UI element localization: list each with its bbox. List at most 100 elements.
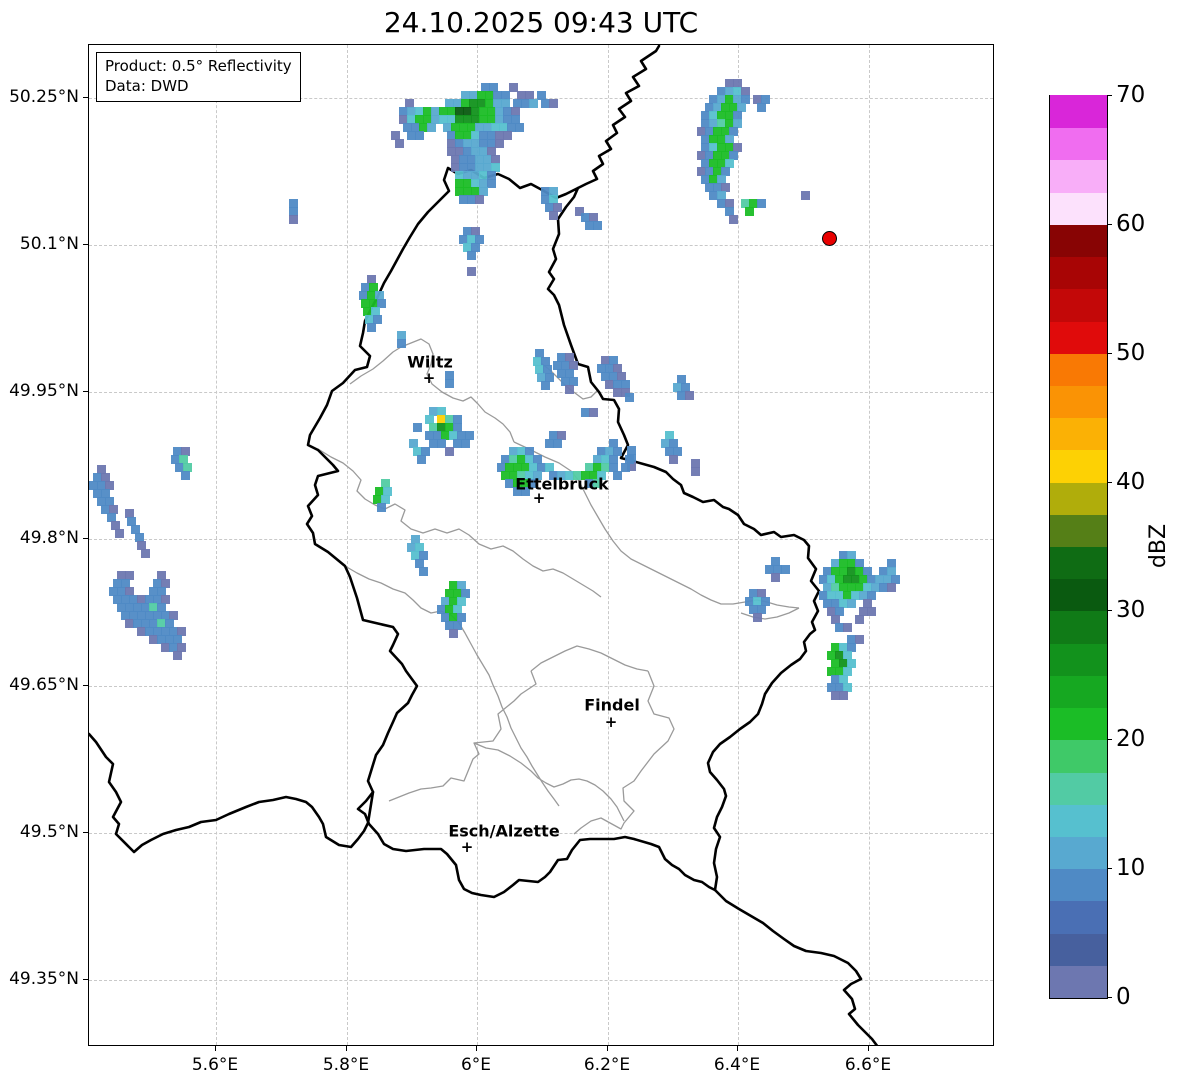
city-plus-marker: + — [422, 369, 436, 388]
colorbar-segment — [1050, 804, 1107, 837]
colorbar-tick-label: 20 — [1116, 726, 1146, 753]
radar-cell — [613, 471, 622, 480]
colorbar-tick-label: 10 — [1116, 855, 1146, 882]
colorbar-segment — [1050, 836, 1107, 870]
radar-cell — [867, 607, 876, 616]
radar-cell — [541, 381, 550, 390]
colorbar-tick-label: 60 — [1116, 210, 1146, 237]
colorbar-tick-label: 0 — [1116, 984, 1131, 1010]
radar-cell — [625, 393, 634, 402]
colorbar-segment — [1050, 546, 1107, 580]
colorbar-segment — [1050, 771, 1107, 805]
colorbar-segment — [1050, 675, 1107, 709]
radar-cell — [475, 195, 484, 204]
y-tick-label: 49.35°N — [9, 969, 79, 989]
radar-cell — [729, 215, 738, 224]
colorbar-tickmark — [1107, 739, 1112, 741]
radar-cell — [415, 131, 424, 140]
radar-cell — [141, 549, 150, 558]
y-tick-label: 49.65°N — [9, 675, 79, 695]
radar-cell — [397, 339, 406, 348]
x-tickmark — [215, 1046, 216, 1051]
y-tickmark — [83, 979, 88, 980]
colorbar — [1049, 95, 1108, 999]
colorbar-segment — [1050, 449, 1107, 483]
colorbar-segment — [1050, 610, 1107, 644]
radar-cell — [855, 635, 864, 644]
colorbar-segment — [1050, 578, 1107, 612]
colorbar-segment — [1050, 868, 1107, 902]
colorbar-tickmark — [1107, 610, 1112, 612]
y-tickmark — [83, 391, 88, 392]
city-plus-marker: + — [460, 838, 474, 857]
colorbar-tickmark — [1107, 352, 1112, 354]
canton-borders — [317, 338, 800, 835]
radar-cell — [685, 391, 694, 400]
colorbar-tickmark — [1107, 481, 1112, 483]
radar-cell — [461, 439, 470, 448]
radar-cell — [887, 583, 896, 592]
y-tick-label: 49.8°N — [19, 528, 79, 548]
radar-cell — [445, 379, 454, 388]
radar-cell — [503, 131, 512, 140]
radar-cell — [395, 139, 404, 148]
radar-cell — [367, 323, 376, 332]
colorbar-segment — [1050, 192, 1107, 225]
y-tickmark — [83, 538, 88, 539]
city-label: Findel — [584, 695, 640, 715]
radar-cell — [515, 123, 524, 132]
colorbar-segment — [1050, 481, 1107, 515]
radar-cell — [589, 408, 598, 417]
map-plot: Wiltz + Ettelbruck + Findel + Esch/Alzette + Pr… — [88, 44, 994, 1046]
y-tickmark — [83, 97, 88, 98]
radar-cell — [181, 471, 190, 480]
radar-cell — [427, 123, 436, 132]
city-label: Ettelbruck — [515, 474, 609, 494]
colorbar-tick-label: 30 — [1116, 597, 1146, 624]
radar-figure: 24.10.2025 09:43 UTC Wiltz + Ettelbruck … — [0, 0, 1184, 1081]
radar-cell — [413, 423, 422, 432]
luxembourg-border — [305, 166, 821, 899]
radar-cell — [377, 503, 386, 512]
radar-cell — [467, 251, 476, 260]
colorbar-tick-label: 50 — [1116, 339, 1146, 366]
radar-cell — [669, 455, 678, 464]
radar-cell — [495, 139, 504, 148]
colorbar-segment — [1050, 707, 1107, 741]
radar-cell — [745, 207, 754, 216]
france-belgium-border — [89, 732, 375, 854]
colorbar-segment — [1050, 288, 1107, 322]
belgium-germany-border — [576, 45, 661, 190]
colorbar-tickmark — [1107, 997, 1112, 998]
radar-cell — [173, 651, 182, 660]
colorbar-segment — [1050, 932, 1107, 966]
colorbar-segment — [1050, 514, 1107, 547]
colorbar-label: dBZ — [1146, 523, 1171, 569]
colorbar-segment — [1050, 95, 1107, 129]
radar-cell — [565, 385, 574, 394]
radar-cell — [449, 629, 458, 638]
y-tickmark — [83, 685, 88, 686]
colorbar-segment — [1050, 353, 1107, 386]
radar-cell — [417, 455, 426, 464]
x-tickmark — [607, 1046, 608, 1051]
colorbar-tick-label: 70 — [1116, 82, 1146, 108]
radar-cell — [445, 447, 454, 456]
radar-cell — [529, 99, 538, 108]
radar-cell — [691, 467, 700, 476]
radar-cell — [843, 623, 852, 632]
colorbar-segment — [1050, 900, 1107, 934]
x-tickmark — [346, 1046, 347, 1051]
radar-cell — [801, 191, 810, 200]
colorbar-segment — [1050, 417, 1107, 451]
radar-cell — [289, 215, 298, 224]
colorbar-segment — [1050, 965, 1107, 998]
radar-cell — [757, 103, 766, 112]
y-tick-label: 50.25°N — [9, 87, 79, 107]
y-tick-label: 50.1°N — [19, 234, 79, 254]
data-line: Data: DWD — [105, 77, 189, 96]
product-line: Product: 0.5° Reflectivity — [105, 57, 292, 75]
radar-cell — [771, 573, 780, 582]
radar-cell — [549, 211, 558, 220]
radar-cell — [781, 565, 790, 574]
